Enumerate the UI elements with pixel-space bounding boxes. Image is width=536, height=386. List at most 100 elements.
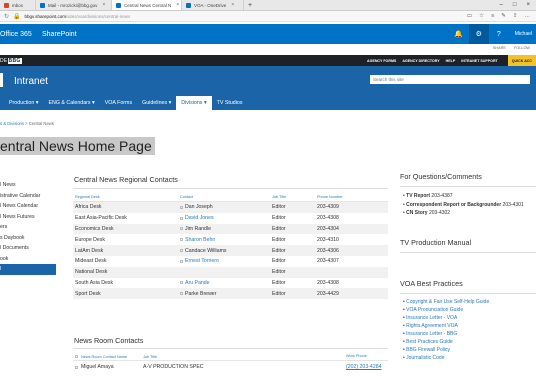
contact-name[interactable]: Ernest Torriero	[185, 258, 219, 264]
share-button[interactable]: SHARE	[493, 46, 506, 50]
browser-tab[interactable]: Mail - mrozicki@bbg.gov ×	[36, 0, 112, 10]
maximize-icon[interactable]: □	[513, 2, 517, 8]
job-title: Editor	[272, 204, 286, 211]
column-header-work-phone[interactable]: Work Phone	[346, 353, 388, 360]
leftnav-item[interactable]: ook	[0, 254, 56, 265]
leftnav-item[interactable]: istrative Calendar	[0, 191, 56, 202]
nav-eng-calendars[interactable]: ENG & Calendars ▾	[43, 96, 99, 110]
column-header-desk[interactable]: Regional Desk	[73, 195, 180, 199]
office365-suite-bar: Office 365 SharePoint 🔔 ⚙ ? Michael	[0, 24, 536, 44]
agency-logo[interactable]: DEBBG	[0, 57, 22, 64]
minimize-icon[interactable]: –	[500, 2, 503, 8]
best-practice-link[interactable]: • Journalistic Code	[400, 354, 536, 362]
nav-tv-studios[interactable]: TV Studios	[212, 96, 248, 110]
more-icon[interactable]: …	[525, 13, 531, 19]
job-title: Editor	[272, 269, 286, 276]
gear-icon[interactable]: ⚙	[468, 24, 489, 44]
new-tab-button[interactable]: +	[244, 0, 256, 10]
favorite-star-icon[interactable]: ☆	[479, 13, 484, 19]
best-practice-link[interactable]: • Insurance Letter - VOA	[400, 314, 536, 322]
notes-icon[interactable]: ✎	[501, 13, 506, 19]
close-tab-icon[interactable]: ×	[231, 2, 234, 8]
contact-name[interactable]: Miguel Amaya	[81, 364, 114, 370]
table-header: News Room Contact Name Job Title Work Ph…	[73, 353, 388, 361]
phone-number: 203-4308	[317, 279, 339, 286]
reading-view-icon[interactable]: ▭	[467, 13, 472, 19]
table-row: Economics Desk Jim Randle Editor 203-4304	[73, 223, 388, 235]
link-help[interactable]: HELP	[446, 59, 456, 63]
address-bar: ↻ 🔒 bbgv.sharepoint.com/sites/voa/divisi…	[0, 11, 536, 22]
close-tab-icon[interactable]: ×	[176, 2, 179, 8]
help-icon[interactable]: ?	[489, 24, 509, 44]
quick-access-button[interactable]: QUICK ACC	[507, 55, 536, 66]
nav-divisions[interactable]: Divisions ▾	[176, 96, 212, 110]
divider	[400, 251, 536, 253]
best-practice-link[interactable]: • Best Practices Guide	[400, 338, 536, 346]
nav-voa-forms[interactable]: VOA Forms	[100, 96, 137, 110]
link-agency-directory[interactable]: AGENCY DIRECTORY	[402, 59, 439, 63]
tv-manual-title[interactable]: TV Production Manual	[400, 238, 536, 247]
link-intranet-support[interactable]: INTRANET SUPPORT	[461, 59, 498, 63]
column-header-phone[interactable]: Phone Number	[317, 195, 388, 199]
leftnav-item-selected[interactable]: l	[0, 264, 56, 275]
refresh-icon[interactable]: ↻	[4, 13, 9, 20]
contact-item: • CN Story 203-4302	[403, 210, 451, 216]
tab-favicon-icon	[186, 2, 191, 8]
site-title[interactable]: Intranet	[14, 76, 48, 87]
job-title: Editor	[272, 247, 286, 254]
sharepoint-app-title[interactable]: SharePoint	[34, 31, 77, 38]
browser-tab[interactable]: VOA - OneDrive ×	[182, 0, 244, 10]
best-practice-link[interactable]: • Insurance Letter - BBG	[400, 330, 536, 338]
job-title: Editor	[272, 225, 286, 232]
browser-tab[interactable]: mbox	[0, 0, 36, 10]
best-practice-link[interactable]: • VOA Pronunciation Guide	[400, 306, 536, 314]
presence-icon	[75, 365, 78, 369]
site-search-input[interactable]: Search this site	[370, 75, 530, 84]
phone-number: 203-4307	[317, 258, 339, 265]
url-field[interactable]: bbgv.sharepoint.com/sites/voa/divisions/…	[25, 14, 463, 19]
best-practice-link[interactable]: • BBG Firewall Policy	[400, 346, 536, 354]
column-header-job-title[interactable]: Job Title	[143, 355, 346, 359]
column-header-contact[interactable]: Contact	[180, 195, 272, 199]
best-practice-link[interactable]: • Rights Agreement VOA	[400, 322, 536, 330]
desk-name: Europe Desk	[75, 236, 105, 243]
divider	[73, 188, 388, 189]
phone-number: 203-4309	[317, 204, 339, 211]
leftnav-item[interactable]: l Documents	[0, 243, 56, 254]
contact-name[interactable]: Sharon Behn	[185, 237, 215, 243]
bell-icon[interactable]: 🔔	[449, 24, 469, 44]
leftnav-item[interactable]: l News Futures	[0, 212, 56, 223]
newsroom-contacts-title: News Room Contacts	[74, 336, 144, 345]
leftnav-item[interactable]: ers	[0, 222, 56, 233]
nav-production[interactable]: Production ▾	[0, 96, 43, 110]
column-header-job-title[interactable]: Job Title	[272, 195, 317, 199]
column-header-name[interactable]: News Room Contact Name	[73, 355, 143, 359]
questions-title: For Questions/Comments	[400, 172, 482, 181]
browser-tab-active[interactable]: Central News Central N ×	[112, 0, 182, 10]
work-phone-link[interactable]: (202) 203-4284	[346, 364, 388, 371]
breadcrumb-parent[interactable]: s & Divisions	[0, 121, 24, 126]
checkbox-icon[interactable]	[75, 355, 78, 358]
divider	[400, 186, 536, 187]
user-name[interactable]: Michael	[509, 24, 536, 44]
close-window-icon[interactable]: ×	[526, 2, 530, 8]
table-row: LatAm Desk Candace Williams Editor 203-4306	[73, 245, 388, 256]
hub-icon[interactable]: ≡	[491, 13, 494, 19]
desk-name: East Asia-Pacific Desk	[75, 215, 127, 222]
office365-brand[interactable]: Office 365	[0, 31, 34, 38]
link-agency-forms[interactable]: AGENCY FORMS	[367, 59, 396, 63]
leftnav-item[interactable]: l News	[0, 180, 56, 191]
contact-name[interactable]: David Jones	[185, 215, 214, 221]
contact-name[interactable]: Aru Pande	[185, 280, 210, 286]
presence-icon	[180, 249, 183, 253]
nav-guidelines[interactable]: Guidelines ▾	[137, 96, 176, 110]
best-practice-link[interactable]: • Copyright & Fair Use Self-Help Guide	[400, 298, 536, 306]
desk-name: South Asia Desk	[75, 279, 114, 286]
leftnav-item[interactable]: l News Calendar	[0, 201, 56, 212]
close-tab-icon[interactable]: ×	[102, 2, 105, 8]
phone-number: 203-4429	[317, 290, 339, 297]
share-icon[interactable]: ⇪	[513, 13, 518, 19]
breadcrumb-current: Central News	[28, 121, 54, 126]
follow-button[interactable]: FOLLOW	[514, 46, 530, 50]
leftnav-item[interactable]: s Daybook	[0, 233, 56, 244]
